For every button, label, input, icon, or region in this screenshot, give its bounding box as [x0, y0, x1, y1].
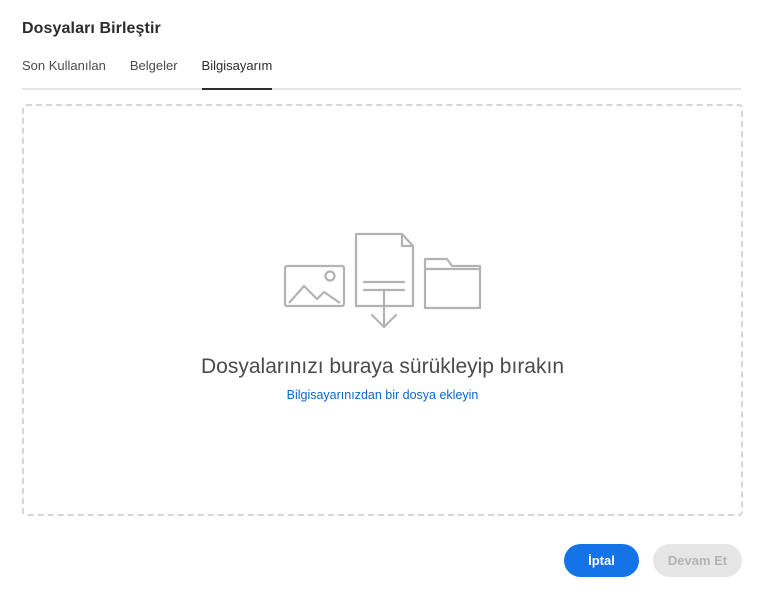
- file-drop-zone[interactable]: Dosyalarınızı buraya sürükleyip bırakın …: [22, 104, 743, 516]
- tab-my-computer[interactable]: Bilgisayarım: [201, 56, 272, 90]
- continue-button[interactable]: Devam Et: [653, 544, 742, 577]
- tab-recent[interactable]: Son Kullanılan: [22, 56, 106, 88]
- cancel-button[interactable]: İptal: [564, 544, 639, 577]
- combine-files-dialog: Dosyaları Birleştir Son Kullanılan Belge…: [0, 0, 767, 595]
- folder-icon: [423, 257, 482, 310]
- source-tabs: Son Kullanılan Belgeler Bilgisayarım: [22, 56, 741, 90]
- dialog-title: Dosyaları Birleştir: [22, 20, 161, 37]
- add-from-computer-link-row: Bilgisayarınızdan bir dosya ekleyin: [24, 388, 741, 402]
- drop-illustration: [283, 232, 482, 329]
- tab-documents[interactable]: Belgeler: [130, 56, 178, 88]
- document-download-icon: [354, 232, 415, 329]
- image-icon: [283, 264, 346, 308]
- add-from-computer-link[interactable]: Bilgisayarınızdan bir dosya ekleyin: [287, 388, 479, 402]
- drop-instructions: Dosyalarınızı buraya sürükleyip bırakın: [201, 355, 564, 378]
